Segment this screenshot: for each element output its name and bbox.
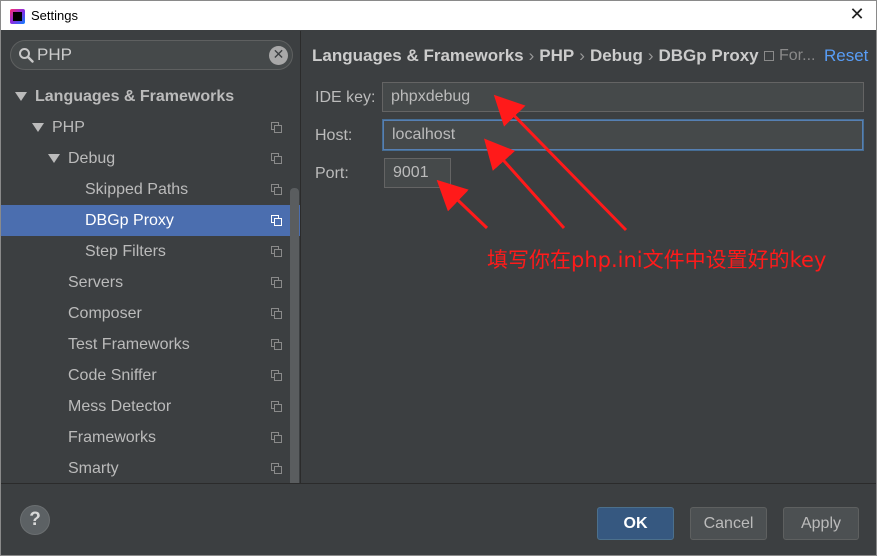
tree-item-label: DBGp Proxy (85, 211, 174, 229)
breadcrumb-item: Debug (589, 46, 643, 65)
help-button[interactable]: ? (20, 505, 50, 535)
project-copy-icon (271, 370, 282, 381)
expand-arrow-icon[interactable] (48, 154, 60, 163)
tree-item-debug[interactable]: Debug (1, 143, 289, 174)
tree-item-dbgp-proxy[interactable]: DBGp Proxy (1, 205, 300, 236)
for-project-label: For... (779, 47, 816, 64)
breadcrumb: Languages & Frameworks › PHP › Debug › DBGp Pr… (312, 46, 759, 65)
tree-item-step-filters[interactable]: Step Filters (1, 236, 289, 267)
tree-item-skipped-paths[interactable]: Skipped Paths (1, 174, 289, 205)
project-copy-icon (271, 277, 282, 288)
tree-item-label: Debug (68, 149, 116, 167)
ok-button[interactable]: OK (597, 507, 674, 540)
clear-search-icon[interactable]: ✕ (269, 46, 288, 65)
breadcrumb-item: Languages & Frameworks (312, 46, 524, 65)
tree-item-code-sniffer[interactable]: Code Sniffer (1, 360, 289, 391)
apply-button[interactable]: Apply (783, 507, 859, 540)
ide-key-label: IDE key: (315, 89, 376, 106)
tree-item-label: Composer (68, 304, 142, 322)
tree-item-php[interactable]: PHP (1, 112, 289, 143)
project-copy-icon (271, 308, 282, 319)
tree-item-label: Servers (68, 273, 124, 291)
search-icon (19, 48, 34, 63)
project-copy-icon (271, 246, 282, 257)
window-title: Settings (31, 8, 78, 23)
app-logo-icon (10, 9, 25, 24)
tree-item-servers[interactable]: Servers (1, 267, 289, 298)
project-copy-icon (271, 122, 282, 133)
search-input[interactable] (37, 44, 257, 66)
tree-scrollbar[interactable] (290, 188, 299, 483)
tree-item-label: Skipped Paths (85, 180, 189, 198)
host-label: Host: (315, 127, 353, 144)
for-project-indicator: For... (764, 47, 815, 65)
project-copy-icon (271, 215, 282, 226)
close-icon[interactable]: ✕ (846, 4, 868, 26)
tree-item-mess-detector[interactable]: Mess Detector (1, 391, 289, 422)
project-copy-icon (271, 153, 282, 164)
tree-item-frameworks[interactable]: Frameworks (1, 422, 289, 453)
project-copy-icon (764, 51, 774, 61)
tree-item-languages-frameworks[interactable]: Languages & Frameworks (1, 81, 289, 112)
search-box[interactable]: ✕ (10, 40, 293, 70)
tree-item-label: PHP (52, 118, 85, 136)
host-input[interactable] (383, 120, 863, 150)
project-copy-icon (271, 401, 282, 412)
port-label: Port: (315, 165, 349, 182)
dialog-button-bar: ? OK Cancel Apply (1, 483, 876, 555)
cancel-button[interactable]: Cancel (690, 507, 767, 540)
tree-item-label: Languages & Frameworks (35, 87, 235, 105)
title-bar: Settings ✕ (0, 0, 877, 30)
expand-arrow-icon[interactable] (32, 123, 44, 132)
expand-arrow-icon[interactable] (15, 92, 27, 101)
breadcrumb-item: PHP (539, 46, 575, 65)
annotation-text: 填写你在php.ini文件中设置好的key (487, 248, 827, 272)
tree-item-composer[interactable]: Composer (1, 298, 289, 329)
tree-item-test-frameworks[interactable]: Test Frameworks (1, 329, 289, 360)
tree-item-label: Code Sniffer (68, 366, 157, 384)
tree-item-label: Test Frameworks (68, 335, 190, 353)
project-copy-icon (271, 339, 282, 350)
ide-key-input[interactable] (382, 82, 864, 112)
project-copy-icon (271, 432, 282, 443)
settings-content-panel: Languages & Frameworks › PHP › Debug › DBGp Pr… (302, 31, 876, 483)
project-copy-icon (271, 463, 282, 474)
project-copy-icon (271, 184, 282, 195)
tree-item-label: Smarty (68, 459, 119, 477)
tree-item-label: Step Filters (85, 242, 166, 260)
reset-link[interactable]: Reset (824, 46, 868, 66)
port-input[interactable] (384, 158, 451, 188)
breadcrumb-item: DBGp Proxy (658, 46, 759, 65)
tree-item-label: Mess Detector (68, 397, 172, 415)
tree-item-smarty[interactable]: Smarty (1, 453, 289, 483)
tree-item-label: Frameworks (68, 428, 157, 446)
settings-tree-panel: ✕ Languages & Frameworks PHP Debug Skipped … (1, 31, 301, 483)
